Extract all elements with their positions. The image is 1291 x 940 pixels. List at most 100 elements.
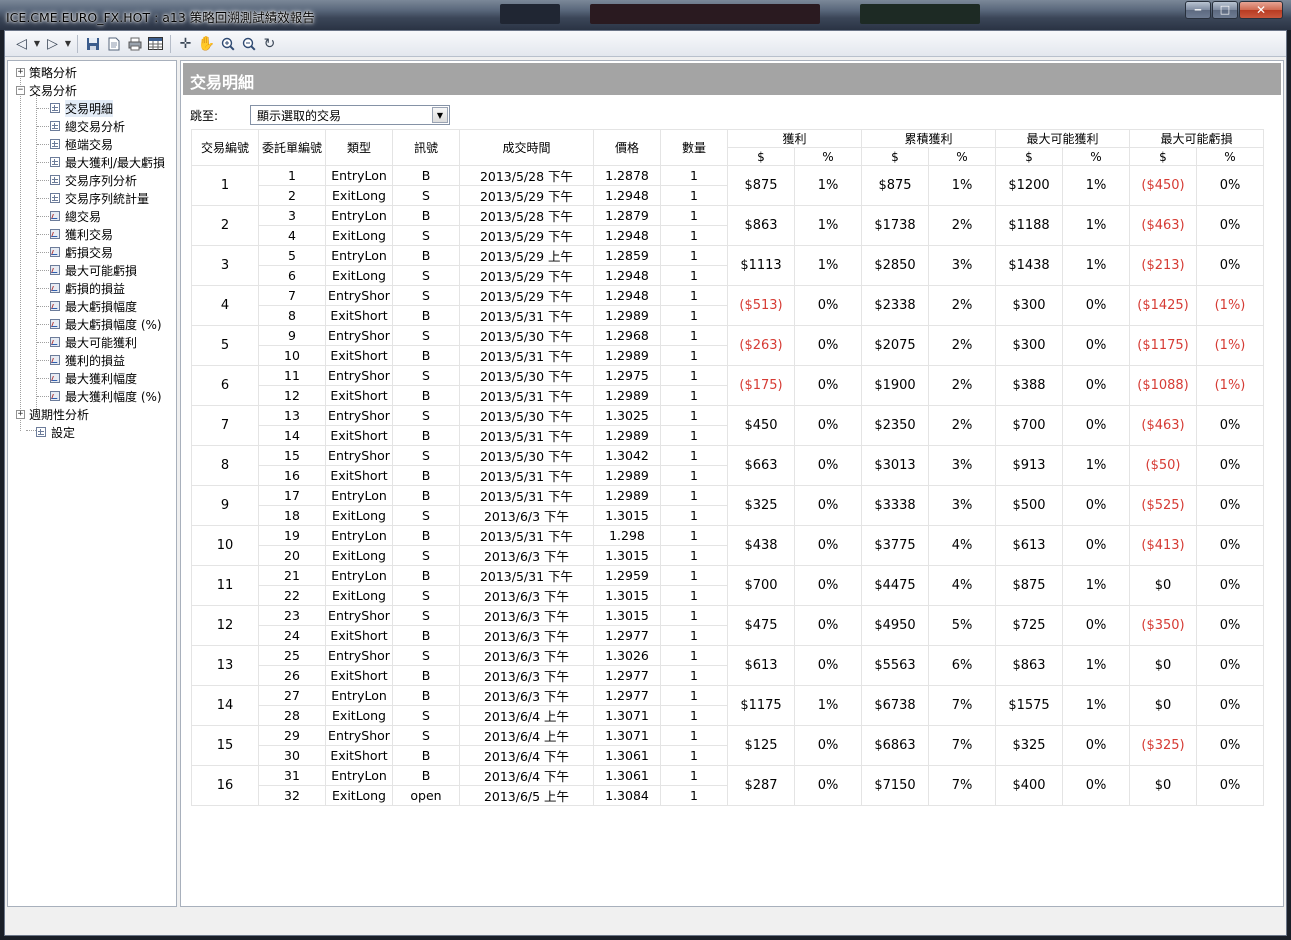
price-cell: 1.2878 <box>593 165 661 186</box>
table-row[interactable]: 2 3 EntryLon B 2013/5/28 下午 1.2879 1 $863 1% $173… <box>191 205 1264 246</box>
tree-node-strategy[interactable]: + 策略分析 <box>16 63 77 81</box>
chevron-down-icon[interactable]: ▼ <box>432 107 448 123</box>
expand-icon[interactable]: + <box>16 409 25 419</box>
tree-connector <box>37 306 49 307</box>
table-row[interactable]: 13 25 EntryShor S 2013/6/3 下午 1.3026 1 $613 0% $5… <box>191 645 1264 686</box>
tree-item[interactable]: 最大虧損幅度 (%) <box>50 315 162 333</box>
tree-item[interactable]: 獲利交易 <box>50 225 113 243</box>
tree-item[interactable]: 最大獲利幅度 (%) <box>50 387 162 405</box>
order-no-cell: 6 <box>258 265 326 286</box>
maximize-button[interactable]: □ <box>1212 1 1238 19</box>
tree-item[interactable]: 總交易 <box>50 207 101 225</box>
qty-cell: 1 <box>660 585 728 606</box>
max-profit-pct-cell: 1% <box>1062 645 1130 686</box>
title-bar[interactable]: ICE.CME.EURO_FX.HOT : a13 策略回溯測試績效報告 ‒ □… <box>0 0 1291 30</box>
navigation-tree: + 策略分析 − 交易分析 交易明細 總交易分析 極端交易 最大獲利/最大虧損 交易序列… <box>7 60 177 907</box>
jump-bar: 跳至: 顯示選取的交易 ▼ <box>190 105 450 125</box>
print-icon[interactable] <box>124 34 145 54</box>
tree-item[interactable]: 最大可能虧損 <box>50 261 137 279</box>
tree-item[interactable]: 交易明細 <box>50 99 114 117</box>
table-row[interactable]: 14 27 EntryLon B 2013/6/3 下午 1.2977 1 $1175 1% $6… <box>191 685 1264 726</box>
trade-number-cell: 2 <box>191 205 259 246</box>
save-icon[interactable] <box>82 34 103 54</box>
profit-pct-cell: 0% <box>794 405 862 446</box>
tree-node-periodic[interactable]: + 週期性分析 <box>16 405 89 423</box>
cum-profit-cell: $3013 <box>861 445 929 486</box>
page-icon[interactable] <box>103 34 124 54</box>
close-button[interactable]: ✕ <box>1239 1 1283 19</box>
profit-cell: $613 <box>727 645 795 686</box>
table-row[interactable]: 10 19 EntryLon B 2013/5/31 下午 1.298 1 $438 0% $37… <box>191 525 1264 566</box>
collapse-icon[interactable]: − <box>16 85 25 95</box>
hand-icon[interactable]: ✋ <box>196 34 217 54</box>
qty-cell: 1 <box>660 465 728 486</box>
tree-item[interactable]: 交易序列分析 <box>50 171 137 189</box>
minimize-button[interactable]: ‒ <box>1185 1 1211 19</box>
table-row[interactable]: 3 5 EntryLon B 2013/5/29 上午 1.2859 1 $1113 1% $28… <box>191 245 1264 286</box>
table-row[interactable]: 5 9 EntryShor S 2013/5/30 下午 1.2968 1 ($263) 0% $… <box>191 325 1264 366</box>
rotate-icon[interactable]: ↻ <box>259 34 280 54</box>
table-row[interactable]: 15 29 EntryShor S 2013/6/4 上午 1.3071 1 $125 0% $6… <box>191 725 1264 766</box>
cum-profit-pct-cell: 4% <box>928 525 996 566</box>
table-icon[interactable] <box>145 34 166 54</box>
price-cell: 1.3061 <box>593 765 661 786</box>
table-row[interactable]: 1 1 EntryLon B 2013/5/28 下午 1.2878 1 $875 1% $875… <box>191 165 1264 206</box>
table-row[interactable]: 9 17 EntryLon B 2013/5/31 下午 1.2989 1 $325 0% $33… <box>191 485 1264 526</box>
window-title: ICE.CME.EURO_FX.HOT : a13 策略回溯測試績效報告 <box>6 10 315 25</box>
order-no-cell: 16 <box>258 465 326 486</box>
table-row[interactable]: 12 23 EntryShor S 2013/6/3 下午 1.3015 1 $475 0% $4… <box>191 605 1264 646</box>
max-profit-cell: $1438 <box>995 245 1063 286</box>
price-cell: 1.3061 <box>593 745 661 766</box>
tree-item[interactable]: 極端交易 <box>50 135 113 153</box>
max-loss-pct-cell: 0% <box>1196 205 1264 246</box>
tree-item[interactable]: 獲利的損益 <box>50 351 125 369</box>
cum-profit-cell: $2350 <box>861 405 929 446</box>
dropdown-arrow-icon[interactable]: ▼ <box>32 34 42 54</box>
forward-icon[interactable]: ▷ <box>42 34 63 54</box>
type-cell: ExitShort <box>325 425 393 446</box>
zoom-out-icon[interactable] <box>238 34 259 54</box>
expand-icon[interactable]: + <box>16 67 25 77</box>
max-loss-cell: ($213) <box>1129 245 1197 286</box>
table-row[interactable]: 7 13 EntryShor S 2013/5/30 下午 1.3025 1 $450 0% $2… <box>191 405 1264 446</box>
price-cell: 1.2989 <box>593 425 661 446</box>
qty-cell: 1 <box>660 385 728 406</box>
profit-pct-cell: 0% <box>794 445 862 486</box>
report-grid-icon <box>50 103 60 113</box>
zoom-in-icon[interactable] <box>217 34 238 54</box>
cum-profit-pct-cell: 2% <box>928 365 996 406</box>
jump-select[interactable]: 顯示選取的交易 ▼ <box>250 105 450 125</box>
back-icon[interactable]: ◁ <box>11 34 32 54</box>
tree-item[interactable]: 虧損交易 <box>50 243 113 261</box>
profit-pct-cell: 1% <box>794 205 862 246</box>
tree-item[interactable]: 最大獲利幅度 <box>50 369 137 387</box>
table-row[interactable]: 6 11 EntryShor S 2013/5/30 下午 1.2975 1 ($175) 0%… <box>191 365 1264 406</box>
profit-cell: $438 <box>727 525 795 566</box>
table-row[interactable]: 4 7 EntryShor S 2013/5/29 下午 1.2948 1 ($513) 0% $… <box>191 285 1264 326</box>
tree-connector <box>37 396 49 397</box>
col-time: 成交時間 <box>459 129 594 166</box>
tree-item[interactable]: 交易序列統計量 <box>50 189 149 207</box>
cum-profit-pct-cell: 6% <box>928 645 996 686</box>
qty-cell: 1 <box>660 185 728 206</box>
dropdown-arrow-icon[interactable]: ▼ <box>63 34 73 54</box>
tree-node-settings[interactable]: 設定 <box>36 423 75 441</box>
tree-item[interactable]: 總交易分析 <box>50 117 125 135</box>
price-cell: 1.3015 <box>593 545 661 566</box>
tree-connector <box>37 342 49 343</box>
tree-node-trade[interactable]: − 交易分析 <box>16 81 77 99</box>
trade-number-cell: 14 <box>191 685 259 726</box>
crosshair-icon[interactable]: ✛ <box>175 34 196 54</box>
tree-item[interactable]: 虧損的損益 <box>50 279 125 297</box>
signal-cell: B <box>392 345 460 366</box>
table-row[interactable]: 16 31 EntryLon B 2013/6/4 下午 1.3061 1 $287 0% $71… <box>191 765 1264 806</box>
table-row[interactable]: 11 21 EntryLon B 2013/5/31 下午 1.2959 1 $700 0% $4… <box>191 565 1264 606</box>
time-cell: 2013/5/31 下午 <box>459 425 594 446</box>
tree-item[interactable]: 最大獲利/最大虧損 <box>50 153 165 171</box>
tree-item[interactable]: 最大可能獲利 <box>50 333 137 351</box>
tree-item[interactable]: 最大虧損幅度 <box>50 297 137 315</box>
cum-profit-pct-cell: 2% <box>928 205 996 246</box>
order-no-cell: 29 <box>258 725 326 746</box>
order-no-cell: 9 <box>258 325 326 346</box>
table-row[interactable]: 8 15 EntryShor S 2013/5/30 下午 1.3042 1 $663 0% $3… <box>191 445 1264 486</box>
